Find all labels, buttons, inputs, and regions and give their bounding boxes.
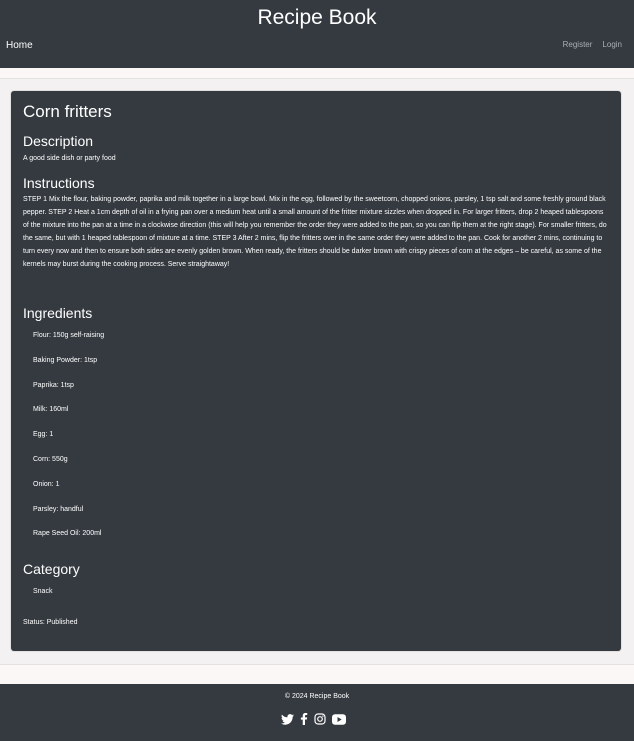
ingredient-item: Milk: 160ml [33,406,69,413]
instructions-text: STEP 1 Mix the flour, baking powder, pap… [23,196,607,268]
site-footer: © 2024 Recipe Book [0,684,634,741]
description-heading: Description [23,133,94,149]
nav-register-link[interactable]: Register [563,40,593,49]
recipe-title: Corn fritters [23,102,112,121]
recipe-card: Corn fritters Description A good side di… [11,91,621,651]
category-item: Snack [33,588,53,595]
facebook-icon[interactable] [300,713,308,725]
auth-links: Register Login [563,40,622,49]
ingredient-item: Rape Seed Oil: 200ml [33,530,102,537]
social-links [281,713,346,725]
recipe-status: Status: Published [23,619,78,626]
twitter-icon[interactable] [281,713,294,725]
instructions-heading: Instructions [23,175,95,191]
ingredients-heading: Ingredients [23,305,93,321]
ingredient-item: Baking Powder: 1tsp [33,357,98,364]
ingredient-item: Parsley: handful [33,506,84,513]
site-title: Recipe Book [257,6,377,29]
ingredient-item: Paprika: 1tsp [33,382,74,389]
nav-home-link[interactable]: Home [6,40,33,51]
ingredient-item: Egg: 1 [33,431,54,438]
nav-login-link[interactable]: Login [602,40,622,49]
instagram-icon[interactable] [314,713,326,725]
description-text: A good side dish or party food [23,155,116,162]
ingredient-item: Corn: 550g [33,456,68,463]
site-header: Recipe Book Home Register Login [0,0,634,68]
category-heading: Category [23,561,80,577]
header-spacer [0,68,634,79]
copyright-text: © 2024 Recipe Book [284,693,350,700]
footer-spacer [0,664,634,685]
ingredient-item: Flour: 150g self-raising [33,332,105,339]
ingredient-item: Onion: 1 [33,481,60,488]
youtube-icon[interactable] [332,713,346,725]
